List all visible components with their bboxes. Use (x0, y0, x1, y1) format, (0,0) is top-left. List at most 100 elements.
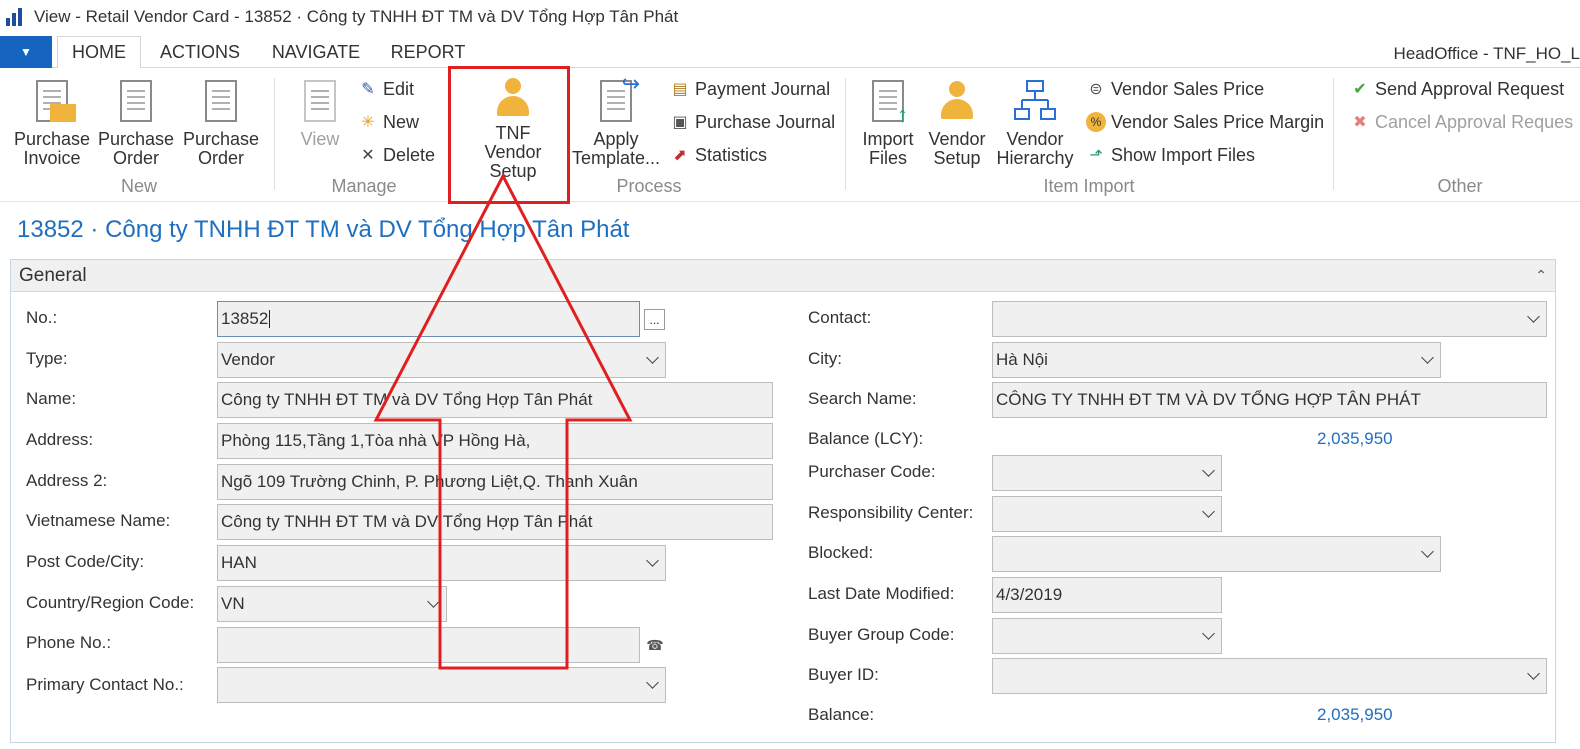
chevron-down-icon (1421, 545, 1434, 558)
view-button[interactable]: View (278, 76, 362, 176)
tab-actions[interactable]: ACTIONS (150, 36, 250, 69)
no-field[interactable]: 13852 (217, 301, 640, 337)
purchase-order-2-button[interactable]: Purchase Order (179, 76, 263, 176)
city-label: City: (808, 349, 842, 368)
collapse-chevron-icon[interactable]: ⌃ (1535, 267, 1547, 284)
phone-call-icon[interactable]: ☎ (645, 635, 665, 655)
tab-navigate[interactable]: NAVIGATE (262, 36, 370, 69)
send-approval-icon: ✔ (1353, 81, 1367, 98)
buyer-id-dropdown[interactable] (992, 658, 1547, 694)
group-label-manage: Manage (331, 176, 397, 196)
tab-report[interactable]: REPORT (382, 36, 474, 69)
purchase-invoice-button[interactable]: Purchase Invoice (10, 76, 94, 176)
search-name-field[interactable]: CÔNG TY TNHH ĐT TM VÀ DV TỔNG HỢP TÂN PH… (992, 382, 1547, 418)
show-import-files-label: Show Import Files (1111, 144, 1256, 165)
responsibility-center-dropdown[interactable] (992, 496, 1222, 532)
address-field[interactable]: Phòng 115,Tầng 1,Tòa nhà VP Hồng Hà, (217, 423, 773, 459)
purchase-journal-icon: ▣ (672, 114, 688, 131)
type-label: Type: (26, 349, 68, 368)
buyer-id-label: Buyer ID: (808, 665, 879, 684)
app-logo-icon (4, 6, 26, 28)
last-date-modified-label: Last Date Modified: (808, 584, 955, 603)
name-value: Công ty TNHH ĐT TM và DV Tổng Hợp Tân Ph… (221, 390, 593, 409)
import-files-button[interactable]: ↑ Import Files (849, 76, 927, 176)
last-date-modified-value: 4/3/2019 (996, 585, 1063, 604)
delete-button[interactable]: ✕ Delete (358, 140, 435, 170)
name-field[interactable]: Công ty TNHH ĐT TM và DV Tổng Hợp Tân Ph… (217, 382, 773, 418)
show-files-icon: ⬏ (1089, 147, 1103, 164)
template-document-icon: ↪ (594, 73, 640, 126)
balance-lcy-value[interactable]: 2,035,950 (1317, 429, 1393, 449)
address2-label: Address 2: (26, 471, 108, 490)
payment-journal-button[interactable]: ▤ Payment Journal (670, 74, 830, 104)
address-label: Address: (26, 430, 94, 449)
general-fasttab-header[interactable]: General ⌃ (11, 260, 1555, 292)
app-menu-button[interactable]: ▼ (0, 36, 52, 68)
address2-field[interactable]: Ngõ 109 Trường Chinh, P. Phương Liệt,Q. … (217, 464, 773, 500)
vendor-sales-price-button[interactable]: ⊜ Vendor Sales Price (1086, 74, 1264, 104)
chevron-down-icon (1421, 351, 1434, 364)
balance-value[interactable]: 2,035,950 (1317, 705, 1393, 725)
purchaser-code-dropdown[interactable] (992, 455, 1222, 491)
apply-template-label: Apply Template... (571, 129, 661, 168)
payment-journal-icon: ▤ (672, 81, 688, 98)
import-files-icon: ↑ (866, 76, 910, 126)
country-region-label: Country/Region Code: (26, 593, 195, 612)
primary-contact-label: Primary Contact No.: (26, 675, 184, 694)
balance-label: Balance: (808, 705, 875, 724)
apply-template-button[interactable]: ↪ Apply Template... (571, 73, 661, 176)
vendor-hierarchy-label: Vendor Hierarchy (996, 129, 1074, 168)
address-value: Phòng 115,Tầng 1,Tòa nhà VP Hồng Hà, (221, 431, 531, 450)
chevron-down-icon (427, 595, 440, 608)
send-approval-request-button[interactable]: ✔ Send Approval Request (1350, 74, 1564, 104)
window-title: View - Retail Vendor Card - 13852 · Công… (34, 7, 679, 26)
cancel-approval-label: Cancel Approval Reques (1375, 111, 1574, 132)
address2-value: Ngõ 109 Trường Chinh, P. Phương Liệt,Q. … (221, 472, 638, 491)
purchase-order-label: Purchase Order (97, 129, 175, 168)
country-region-dropdown[interactable]: VN (217, 586, 447, 622)
vendor-hierarchy-button[interactable]: Vendor Hierarchy (994, 76, 1076, 176)
payment-journal-label: Payment Journal (695, 78, 831, 99)
chevron-down-icon (1202, 627, 1215, 640)
cancel-approval-icon: ✖ (1353, 114, 1367, 131)
phone-field[interactable] (217, 627, 640, 663)
contact-label: Contact: (808, 308, 872, 327)
group-label-process: Process (616, 176, 682, 196)
primary-contact-dropdown[interactable] (217, 667, 666, 703)
edit-button[interactable]: ✎ Edit (358, 74, 414, 104)
tnf-vendor-setup-label: TNF Vendor Setup (484, 123, 542, 181)
buyer-group-code-dropdown[interactable] (992, 618, 1222, 654)
buyer-group-code-label: Buyer Group Code: (808, 625, 955, 644)
contact-dropdown[interactable] (992, 301, 1547, 337)
post-code-dropdown[interactable]: HAN (217, 545, 666, 581)
purchase-journal-button[interactable]: ▣ Purchase Journal (670, 107, 835, 137)
statistics-button[interactable]: ⬈ Statistics (670, 140, 767, 170)
purchaser-code-label: Purchaser Code: (808, 462, 936, 481)
blocked-dropdown[interactable] (992, 536, 1441, 572)
vendor-setup-button[interactable]: Vendor Setup (922, 76, 992, 176)
new-button[interactable]: ✳ New (358, 107, 419, 137)
vendor-sales-price-margin-button[interactable]: % Vendor Sales Price Margin (1086, 107, 1324, 137)
company-name[interactable]: HeadOffice - TNF_HO_L (1394, 44, 1580, 64)
delete-label: Delete (383, 144, 436, 165)
purchase-order-button[interactable]: Purchase Order (94, 76, 178, 176)
no-assist-button[interactable]: ... (644, 309, 665, 330)
vietnamese-name-field[interactable]: Công ty TNHH ĐT TM và DV Tổng Hợp Tân Ph… (217, 504, 773, 540)
person-icon (935, 76, 979, 126)
person-icon (491, 76, 535, 120)
vendor-setup-label: Vendor Setup (928, 129, 986, 168)
tab-home[interactable]: HOME (57, 36, 141, 69)
phone-label: Phone No.: (26, 633, 112, 652)
new-label: New (383, 111, 420, 132)
hierarchy-icon (1013, 76, 1057, 126)
cancel-approval-request-button[interactable]: ✖ Cancel Approval Reques (1350, 107, 1573, 137)
type-dropdown[interactable]: Vendor (217, 342, 666, 378)
responsibility-center-label: Responsibility Center: (808, 503, 974, 522)
show-import-files-button[interactable]: ⬏ Show Import Files (1086, 140, 1255, 170)
chevron-down-icon (646, 554, 659, 567)
city-dropdown[interactable]: Hà Nội (992, 342, 1441, 378)
post-code-value: HAN (221, 553, 257, 572)
percent-icon: % (1086, 112, 1106, 132)
tnf-vendor-setup-button[interactable]: TNF Vendor Setup (458, 76, 568, 181)
ribbon: Purchase Invoice Purchase Order Purchase… (0, 68, 1580, 202)
